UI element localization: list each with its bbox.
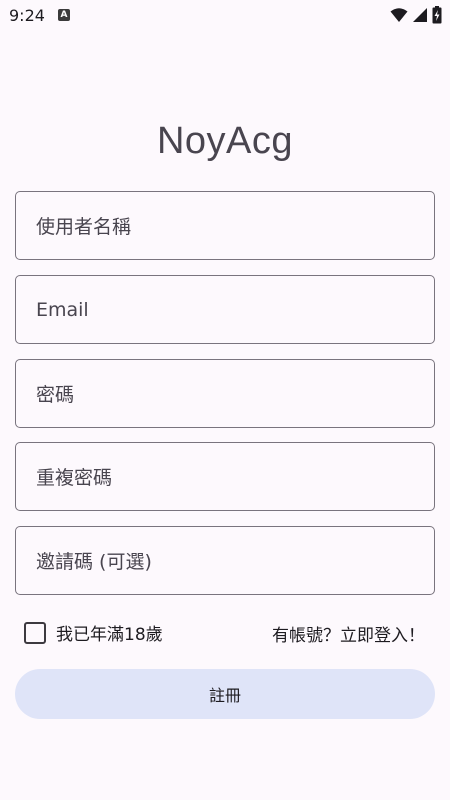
login-link[interactable]: 有帳號？立即登入！ — [272, 621, 425, 646]
confirm-password-label: 重複密碼 — [36, 467, 113, 489]
username-label: 使用者名稱 — [36, 216, 132, 238]
wifi-icon — [390, 8, 408, 22]
register-screen: 9:24 A NoyAcg 使用者名稱 Email 密碼 重複密碼 邀請碼 (可… — [0, 0, 450, 800]
age-confirm-checkbox[interactable] — [24, 621, 46, 644]
app-title: NoyAcg — [156, 120, 294, 162]
register-button-label: 註冊 — [208, 686, 241, 705]
register-button[interactable]: 註冊 — [15, 669, 435, 719]
email-label: Email — [36, 298, 89, 321]
a-badge-icon: A — [58, 9, 70, 21]
age-confirm-row: 我已年滿18歲 — [24, 620, 163, 645]
age-confirm-label[interactable]: 我已年滿18歲 — [56, 620, 163, 645]
status-time: 9:24 — [9, 6, 45, 25]
email-field[interactable]: Email — [15, 275, 435, 344]
invite-code-field[interactable]: 邀請碼 (可選) — [15, 526, 435, 595]
invite-code-label: 邀請碼 (可選) — [36, 551, 152, 573]
password-field[interactable]: 密碼 — [15, 359, 435, 428]
username-field[interactable]: 使用者名稱 — [15, 191, 435, 260]
status-icons — [390, 6, 442, 24]
confirm-password-field[interactable]: 重複密碼 — [15, 442, 435, 511]
signal-icon — [413, 8, 427, 22]
battery-charging-icon — [432, 6, 442, 24]
password-label: 密碼 — [36, 384, 75, 406]
status-bar: 9:24 A — [0, 0, 450, 32]
